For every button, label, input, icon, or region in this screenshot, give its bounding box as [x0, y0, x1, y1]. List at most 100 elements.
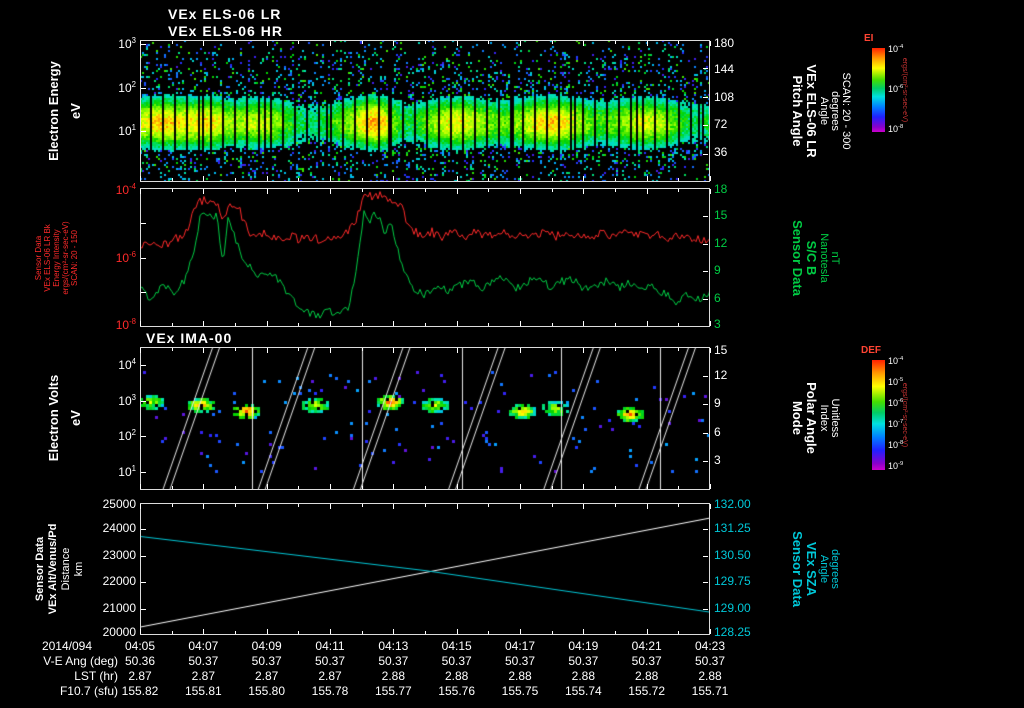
tick-mark — [172, 486, 173, 489]
colorbar-def-units: ergs/(cm²-sr-sec-eV) — [901, 382, 908, 448]
tick-mark — [393, 41, 394, 46]
tick-mark — [710, 41, 711, 46]
y-axis-tick-label: 101 — [118, 123, 136, 138]
tick-mark — [362, 504, 363, 507]
y-axis-tick-label: 128.25 — [714, 625, 751, 639]
tick-mark — [140, 484, 141, 489]
tick-mark — [298, 41, 299, 44]
y-axis-tick-label: 10-4 — [115, 182, 136, 197]
tick-mark — [710, 629, 711, 634]
tick-mark — [552, 189, 553, 192]
table-cell-value: 2.88 — [698, 669, 722, 683]
tick-mark — [520, 348, 521, 353]
y-axis-tick-label: 180 — [714, 36, 735, 50]
tick-mark — [141, 436, 146, 437]
axis-label-line: VEx SZA — [804, 541, 819, 597]
tick-mark — [647, 41, 648, 46]
tick-mark — [141, 609, 146, 610]
tick-mark — [520, 41, 521, 46]
els-spectrogram-canvas — [140, 40, 710, 182]
tick-mark — [203, 176, 204, 181]
tick-mark — [425, 41, 426, 44]
tick-mark — [703, 529, 708, 530]
colorbar-tick-label: 10-4 — [888, 356, 904, 366]
axis-label-line: Distance — [60, 547, 72, 591]
tick-mark — [393, 321, 394, 326]
tick-mark — [647, 504, 648, 509]
tick-mark — [267, 348, 268, 353]
vex-quicklook-plot: VEx ELS-06 LR VEx ELS-06 HR VEx IMA-00 E… — [0, 0, 1024, 708]
table-cell-value: 50.37 — [188, 654, 219, 668]
tick-mark — [298, 504, 299, 507]
tick-mark — [330, 176, 331, 181]
tick-mark — [678, 486, 679, 489]
tick-mark — [703, 271, 708, 272]
tick-mark — [203, 321, 204, 326]
axis-label-line: SCAN: 20 - 300 — [840, 72, 852, 150]
tick-mark — [362, 348, 363, 351]
time-tick-label: 04:13 — [378, 639, 409, 653]
table-cell-value: 50.37 — [314, 654, 346, 668]
table-cell-value: 2.88 — [381, 669, 405, 683]
tick-mark — [678, 189, 679, 192]
tick-mark — [425, 189, 426, 192]
tick-mark — [457, 629, 458, 634]
tick-mark — [362, 486, 363, 489]
y-axis-tick-label: 9 — [714, 263, 721, 278]
tick-mark — [172, 504, 173, 507]
tick-mark — [362, 323, 363, 326]
colorbar-def — [872, 360, 885, 470]
y-axis-tick-label: 103 — [118, 392, 136, 408]
tick-mark — [235, 323, 236, 326]
panel3-title: VEx IMA-00 — [146, 330, 233, 346]
tick-mark — [647, 176, 648, 181]
tick-mark — [703, 556, 708, 557]
tick-mark — [203, 348, 204, 353]
y-axis-tick-label: 129.75 — [714, 574, 751, 589]
tick-mark — [583, 321, 584, 326]
tick-mark — [141, 582, 146, 583]
tick-mark — [552, 41, 553, 44]
axis-label-line: eV — [68, 410, 83, 426]
y-axis-tick-label: 24000 — [102, 521, 136, 536]
colorbar-tick-label: 10-4 — [888, 44, 904, 54]
axis-label-line: VEx ELS-06 LR — [804, 64, 819, 158]
tick-mark — [615, 504, 616, 507]
axis-label-line: Sensor Data — [790, 531, 805, 607]
tick-mark — [235, 486, 236, 489]
table-cell-value: 2.88 — [508, 669, 532, 683]
tick-mark — [457, 321, 458, 326]
tick-mark — [583, 41, 584, 46]
tick-mark — [583, 348, 584, 353]
tick-mark — [425, 486, 426, 489]
tick-mark — [203, 41, 204, 46]
table-cell-value: 155.76 — [438, 684, 475, 698]
colorbar-tick-label: 10-9 — [888, 461, 904, 471]
tick-mark — [267, 41, 268, 46]
tick-mark — [488, 178, 489, 181]
y-axis-tick-label: 102 — [118, 428, 136, 444]
date-label: 2014/094 — [41, 639, 92, 653]
tick-mark — [488, 348, 489, 351]
tick-mark — [330, 321, 331, 326]
tick-mark — [703, 609, 708, 610]
y-axis-tick-label: 129.00 — [714, 600, 751, 615]
tick-mark — [615, 178, 616, 181]
tick-mark — [330, 41, 331, 46]
tick-mark — [267, 321, 268, 326]
tick-mark — [703, 376, 708, 377]
tick-mark — [457, 348, 458, 353]
intensity-bfield-canvas — [140, 188, 710, 327]
tick-mark — [298, 189, 299, 192]
table-cell-value: 50.37 — [251, 654, 282, 668]
tick-mark — [203, 189, 204, 194]
tick-mark — [583, 629, 584, 634]
y-axis-tick-label: 3 — [714, 453, 721, 468]
tick-mark — [457, 41, 458, 46]
tick-mark — [172, 189, 173, 192]
colorbar-ei — [872, 48, 885, 132]
tick-mark — [703, 404, 708, 405]
axis-label-line: Polar Angle — [804, 382, 819, 454]
tick-mark — [141, 529, 146, 530]
time-tick-label: 04:17 — [504, 639, 536, 653]
